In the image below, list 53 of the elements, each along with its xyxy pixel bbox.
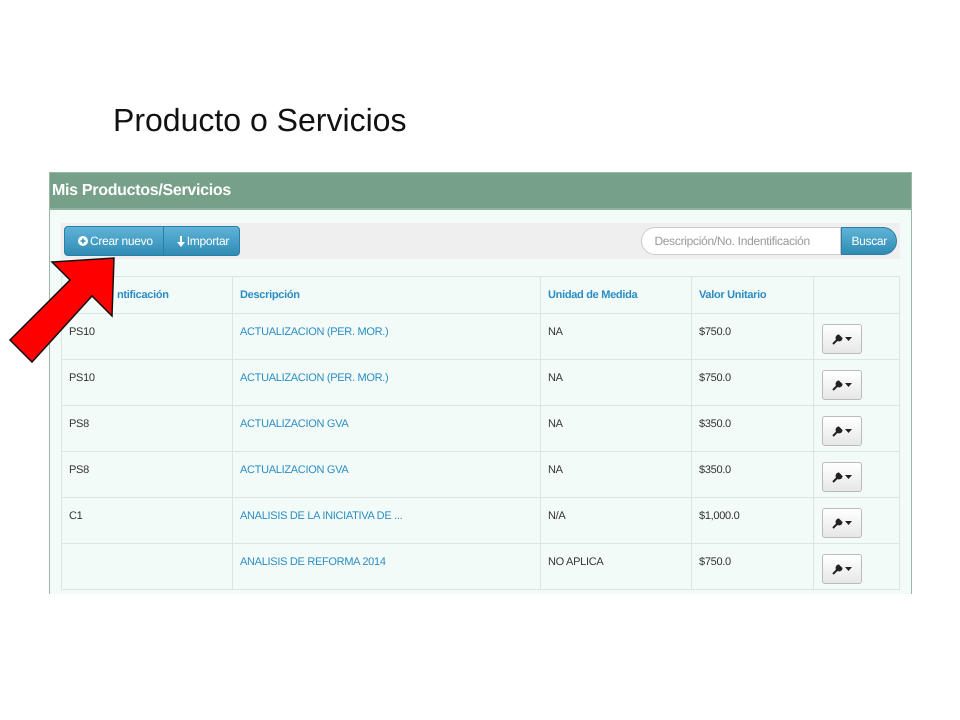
table-cell: $750.0: [699, 326, 731, 338]
wrench-icon: [832, 426, 843, 436]
caret-icon: [845, 475, 852, 479]
actions-dropdown[interactable]: [822, 462, 862, 492]
description-link[interactable]: ANALISIS DE REFORMA 2014: [240, 556, 386, 568]
column-header[interactable]: Valor Unitario: [699, 289, 766, 301]
table-cell: NA: [548, 464, 563, 476]
description-link[interactable]: ANALISIS DE LA INICIATIVA DE ...: [240, 510, 402, 522]
table-cell: NA: [548, 418, 563, 430]
column-header[interactable]: Unidad de Medida: [548, 289, 638, 301]
caret-icon: [845, 383, 852, 387]
description-link[interactable]: ACTUALIZACION GVA: [240, 464, 348, 476]
slide-title: Producto o Servicios: [113, 101, 406, 140]
wrench-icon: [832, 472, 843, 482]
create-button[interactable]: Crear nuevo: [64, 226, 164, 256]
plus-circle-icon: [78, 236, 88, 246]
import-button[interactable]: Importar: [162, 226, 240, 256]
table-cell: PS8: [69, 464, 89, 476]
actions-dropdown[interactable]: [822, 554, 862, 584]
caret-icon: [845, 521, 852, 525]
caret-icon: [845, 567, 852, 571]
wrench-icon: [832, 334, 843, 344]
table-cell: $350.0: [699, 464, 731, 476]
download-arrow-icon: [176, 236, 185, 246]
actions-dropdown[interactable]: [822, 508, 862, 538]
table-cell: NO APLICA: [548, 556, 604, 568]
table-cell: C1: [69, 510, 82, 522]
description-link[interactable]: ACTUALIZACION (PER. MOR.): [240, 326, 388, 338]
caret-icon: [845, 337, 852, 341]
table-cell: NA: [548, 326, 563, 338]
caret-icon: [845, 429, 852, 433]
actions-dropdown[interactable]: [822, 324, 862, 354]
actions-dropdown[interactable]: [822, 370, 862, 400]
wrench-icon: [832, 564, 843, 574]
table-cell: $750.0: [699, 556, 731, 568]
column-header[interactable]: Descripción: [240, 289, 300, 301]
table-cell: N/A: [548, 510, 566, 522]
table-cell: PS8: [69, 418, 89, 430]
description-link[interactable]: ACTUALIZACION (PER. MOR.): [240, 372, 388, 384]
wrench-icon: [832, 380, 843, 390]
wrench-icon: [832, 518, 843, 528]
description-link[interactable]: ACTUALIZACION GVA: [240, 418, 348, 430]
search-field[interactable]: Descripción/No. Indentificación: [641, 227, 842, 255]
table-cell: $1,000.0: [699, 510, 740, 522]
table-cell: PS10: [69, 326, 95, 338]
table-cell: $750.0: [699, 372, 731, 384]
table-cell: NA: [548, 372, 563, 384]
search-button[interactable]: Buscar: [841, 227, 897, 255]
table-cell: $350.0: [699, 418, 731, 430]
table-cell: PS10: [69, 372, 95, 384]
panel-title: Mis Productos/Servicios: [52, 182, 231, 200]
column-header[interactable]: ntificación: [117, 289, 169, 301]
actions-dropdown[interactable]: [822, 416, 862, 446]
